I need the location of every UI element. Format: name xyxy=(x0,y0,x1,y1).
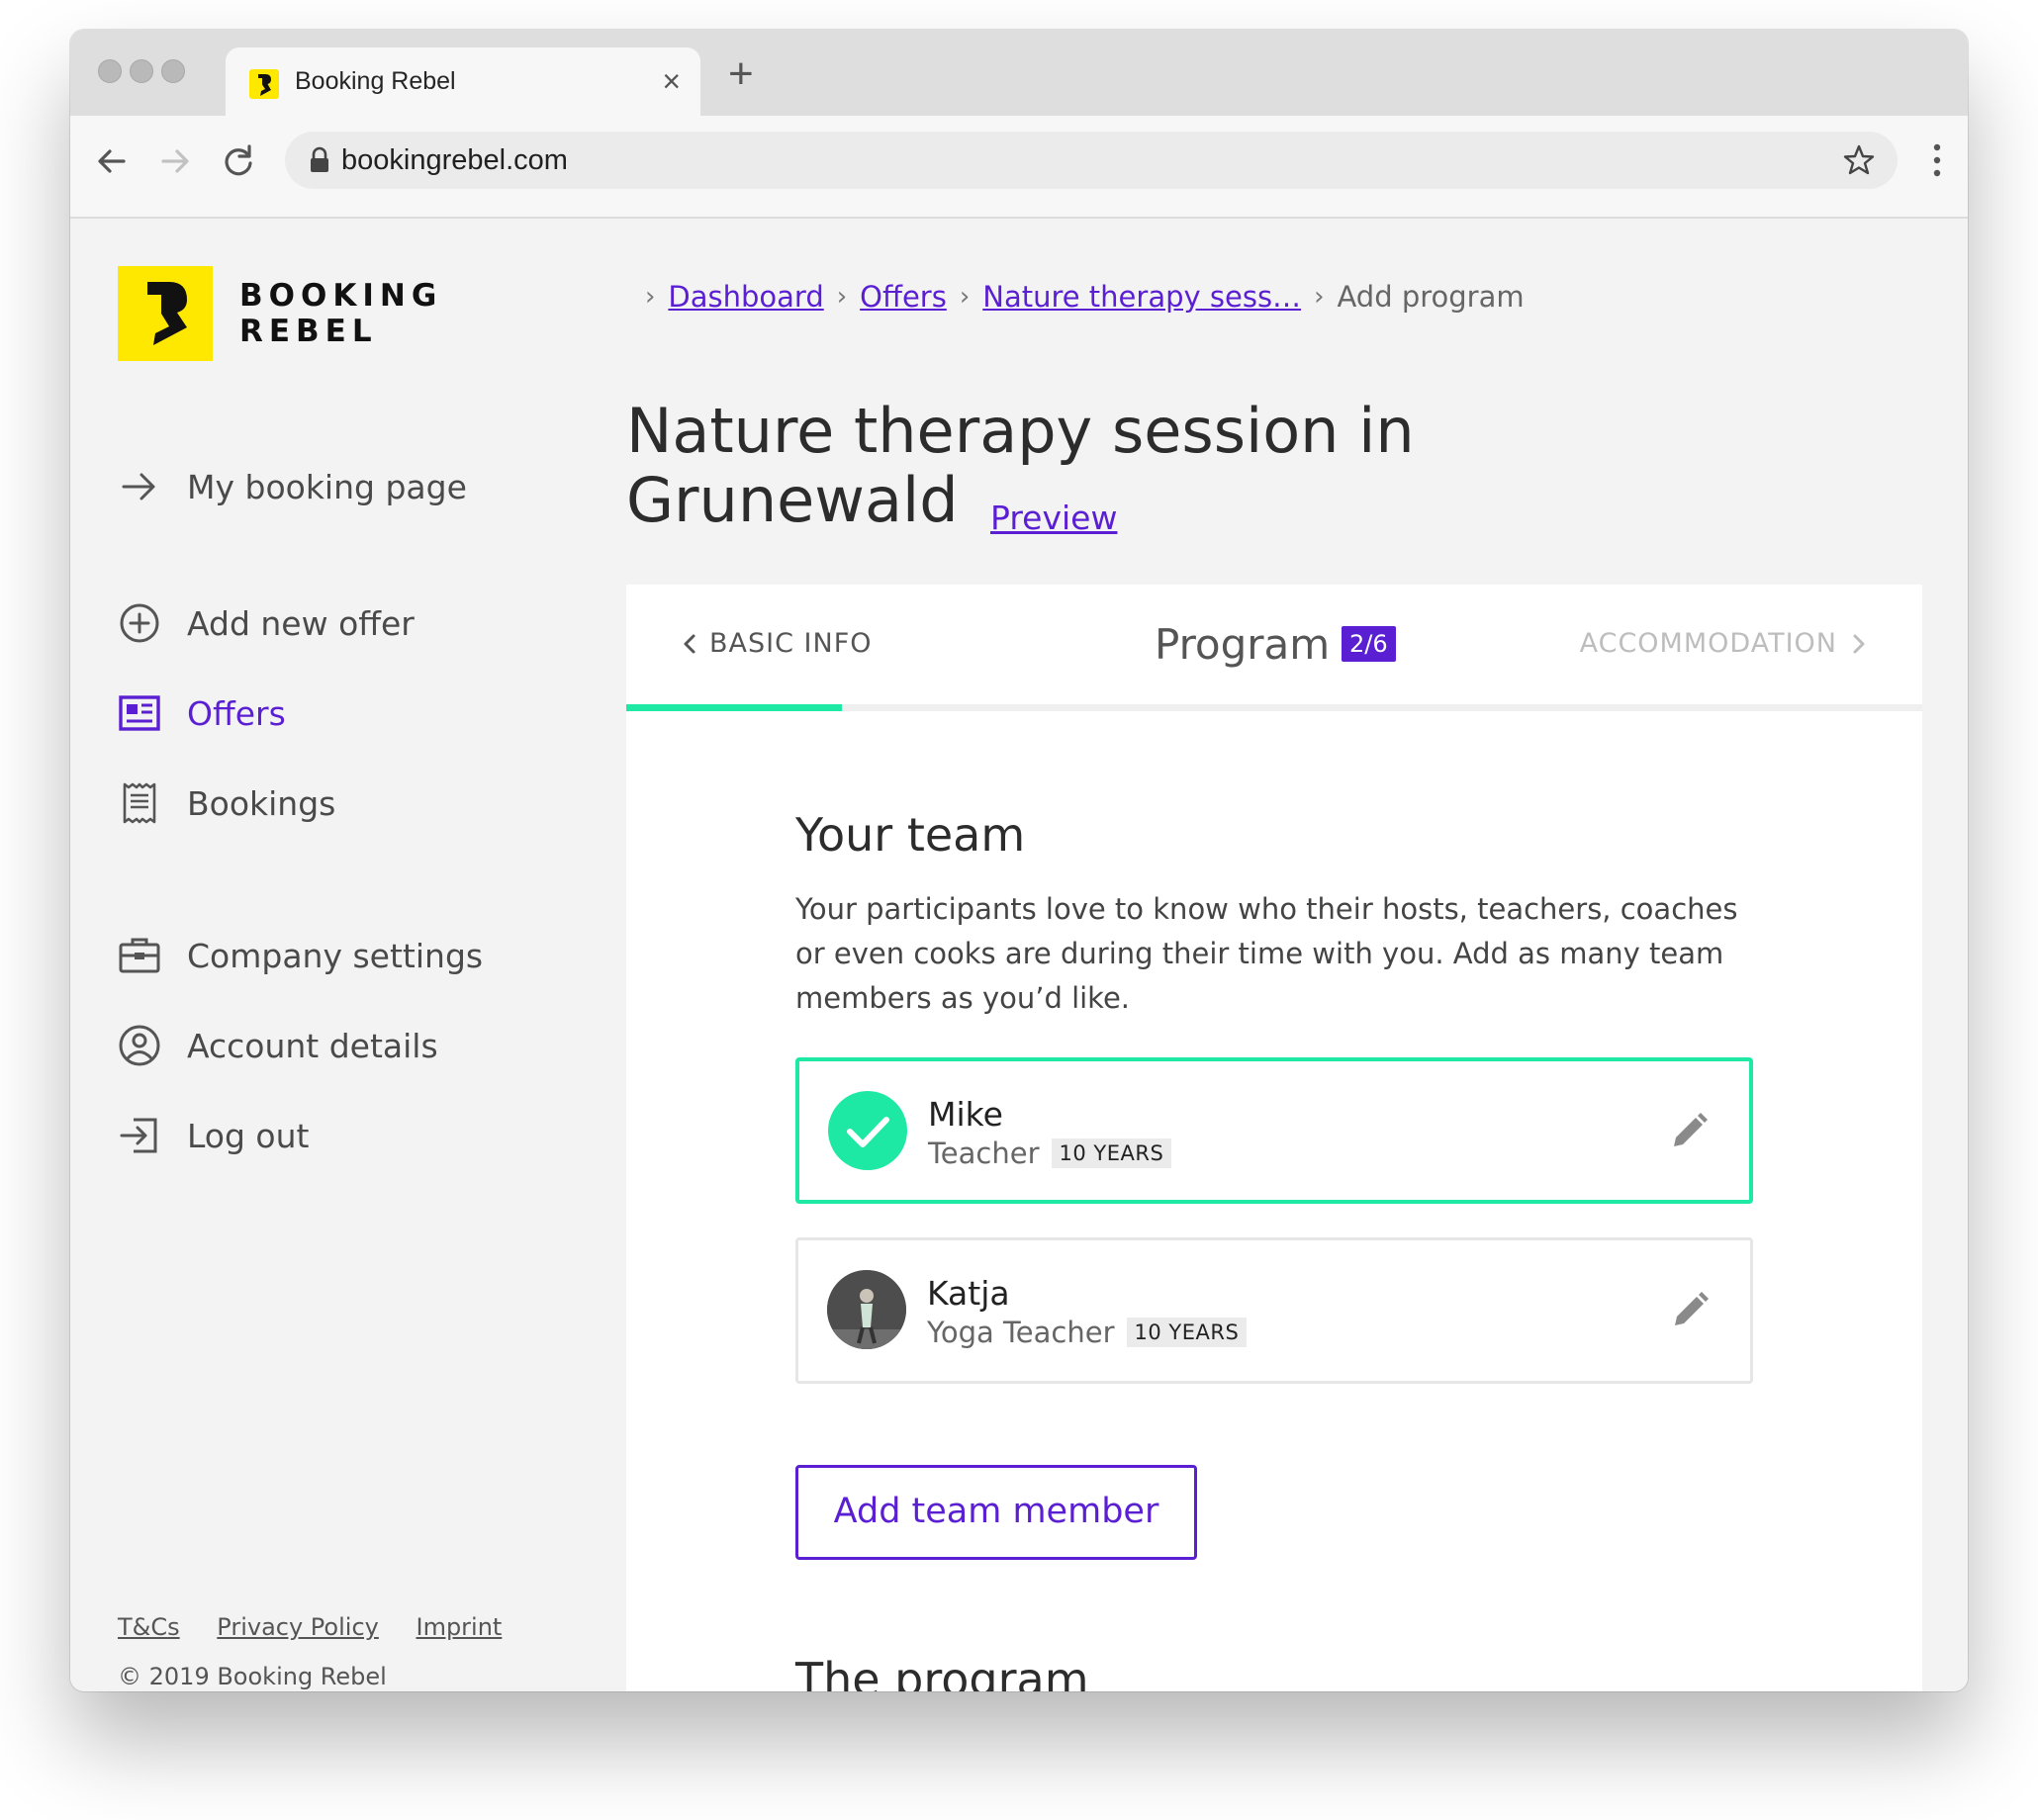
app-content: BOOKING REBEL My booking page Add new of… xyxy=(70,219,1968,1691)
team-member-name: Mike xyxy=(928,1095,1003,1134)
sidebar-item-log-out[interactable]: Log out xyxy=(118,1111,309,1160)
sidebar-item-label: Log out xyxy=(187,1116,310,1155)
copyright: © 2019 Booking Rebel xyxy=(118,1663,387,1690)
address-bar[interactable]: bookingrebel.com xyxy=(285,132,1898,189)
brand-line-2: REBEL xyxy=(239,314,378,349)
preview-link[interactable]: Preview xyxy=(990,499,1117,537)
team-member-role-row: Yoga Teacher 10 YEARS xyxy=(927,1316,1248,1349)
offers-card-icon xyxy=(119,695,160,731)
terms-link[interactable]: T&Cs xyxy=(118,1613,180,1641)
reload-icon[interactable] xyxy=(219,141,258,181)
maximize-window-button[interactable] xyxy=(161,59,185,83)
user-circle-icon xyxy=(119,1025,160,1066)
new-tab-icon[interactable]: + xyxy=(728,52,754,96)
lock-icon xyxy=(311,146,328,172)
plus-circle-icon xyxy=(120,603,159,643)
team-section-title: Your team xyxy=(795,808,1026,862)
team-member-role: Yoga Teacher xyxy=(927,1316,1115,1349)
team-member-card[interactable]: Mike Teacher 10 YEARS xyxy=(795,1057,1753,1204)
back-arrow-icon[interactable] xyxy=(92,141,132,181)
experience-badge: 10 YEARS xyxy=(1126,1318,1248,1347)
program-section-title: The program xyxy=(795,1653,1089,1691)
step-next-label: ACCOMMODATION xyxy=(1579,628,1837,659)
briefcase-icon xyxy=(119,938,160,973)
brand-wordmark: BOOKING REBEL xyxy=(239,278,442,349)
sidebar-item-account-details[interactable]: Account details xyxy=(118,1021,438,1070)
booking-rebel-logo[interactable] xyxy=(118,266,213,361)
chevron-right-icon: › xyxy=(1314,282,1325,312)
breadcrumb-offers[interactable]: Offers xyxy=(860,280,947,314)
edit-pencil-icon[interactable] xyxy=(1669,1290,1711,1331)
chevron-right-icon: › xyxy=(836,282,848,312)
browser-tab[interactable]: Booking Rebel × xyxy=(226,47,700,117)
step-next-button[interactable]: ACCOMMODATION xyxy=(1580,628,1871,659)
step-counter-badge: 2/6 xyxy=(1342,626,1396,662)
sidebar-item-label: Company settings xyxy=(187,936,484,975)
breadcrumb-offer[interactable]: Nature therapy sess… xyxy=(982,280,1301,314)
experience-badge: 10 YEARS xyxy=(1051,1138,1172,1168)
chevron-left-icon xyxy=(684,634,695,653)
url-text: bookingrebel.com xyxy=(341,144,568,176)
avatar xyxy=(827,1270,906,1349)
team-member-card[interactable]: Katja Yoga Teacher 10 YEARS xyxy=(795,1237,1753,1384)
booking-rebel-logo-icon xyxy=(147,282,187,345)
minimize-window-button[interactable] xyxy=(130,59,153,83)
team-member-role-row: Teacher 10 YEARS xyxy=(928,1137,1172,1170)
step-progress-bar xyxy=(626,704,843,711)
brand-line-1: BOOKING xyxy=(239,278,443,314)
sidebar-item-add-new-offer[interactable]: Add new offer xyxy=(118,598,415,648)
footer-links: T&Cs Privacy Policy Imprint xyxy=(118,1613,531,1641)
forward-arrow-icon[interactable] xyxy=(155,141,195,181)
breadcrumb-dashboard[interactable]: Dashboard xyxy=(668,280,823,314)
sidebar-item-label: Offers xyxy=(187,693,286,733)
sidebar-item-company-settings[interactable]: Company settings xyxy=(118,931,483,980)
breadcrumb: › Dashboard › Offers › Nature therapy se… xyxy=(632,280,1525,314)
step-back-button[interactable]: BASIC INFO xyxy=(678,628,872,659)
receipt-icon xyxy=(123,782,156,824)
sidebar-item-label: Bookings xyxy=(187,783,336,823)
privacy-policy-link[interactable]: Privacy Policy xyxy=(217,1613,379,1641)
sidebar-item-label: Add new offer xyxy=(187,603,415,643)
breadcrumb-current: Add program xyxy=(1337,280,1525,314)
team-section-description: Your participants love to know who their… xyxy=(795,892,1738,1015)
sidebar-item-my-booking-page[interactable]: My booking page xyxy=(118,462,467,511)
tab-close-icon[interactable]: × xyxy=(662,65,681,97)
arrow-right-icon xyxy=(122,473,155,500)
browser-toolbar: bookingrebel.com xyxy=(70,116,1968,219)
offer-editor-card: BASIC INFO Program 2/6 ACCOMMODATION You… xyxy=(626,585,1922,1691)
sidebar-item-label: Account details xyxy=(187,1026,438,1065)
sidebar-item-offers[interactable]: Offers xyxy=(118,688,286,738)
step-back-label: BASIC INFO xyxy=(709,628,873,659)
close-window-button[interactable] xyxy=(98,59,122,83)
bookmark-star-icon[interactable] xyxy=(1842,143,1876,177)
user-photo-icon xyxy=(827,1270,906,1349)
edit-pencil-icon[interactable] xyxy=(1668,1111,1710,1152)
imprint-link[interactable]: Imprint xyxy=(416,1613,502,1641)
chevron-right-icon: › xyxy=(959,282,971,312)
add-team-member-button[interactable]: Add team member xyxy=(795,1465,1197,1560)
team-member-name: Katja xyxy=(927,1274,1010,1313)
chevron-right-icon xyxy=(1853,634,1865,653)
browser-menu-icon[interactable] xyxy=(1932,143,1942,177)
tab-title: Booking Rebel xyxy=(295,67,456,95)
chevron-right-icon: › xyxy=(645,282,656,312)
sidebar-item-label: My booking page xyxy=(187,467,467,506)
browser-tabbar: Booking Rebel × + xyxy=(70,30,1968,117)
booking-rebel-favicon-icon xyxy=(249,69,279,99)
browser-window: Booking Rebel × + bookingrebel.com BOOKI… xyxy=(70,30,1968,1691)
step-navigation: BASIC INFO Program 2/6 ACCOMMODATION xyxy=(626,585,1922,711)
sidebar-item-bookings[interactable]: Bookings xyxy=(118,778,335,828)
check-circle-icon xyxy=(828,1091,907,1170)
logout-icon xyxy=(120,1118,157,1153)
team-member-role: Teacher xyxy=(928,1137,1040,1170)
current-step-title: Program xyxy=(1155,620,1331,669)
